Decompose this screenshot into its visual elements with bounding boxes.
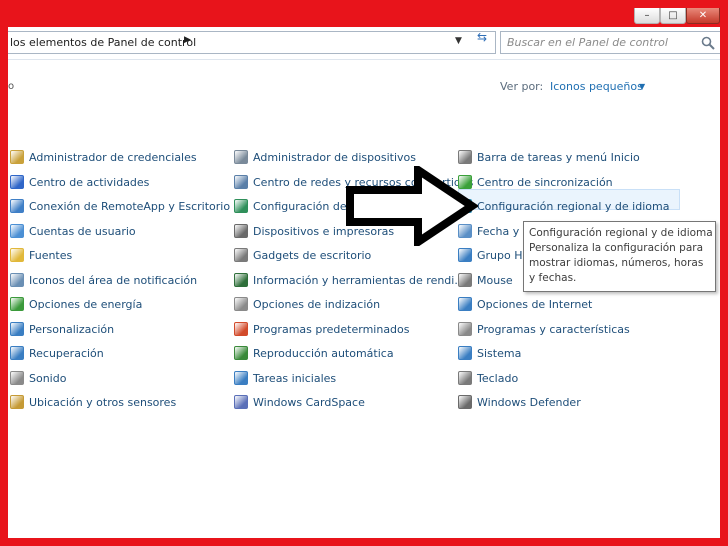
pointer-arrow-annotation (346, 166, 478, 246)
control-panel-item-label[interactable]: Administrador de dispositivos (253, 151, 416, 164)
control-panel-item-label[interactable]: Opciones de Internet (477, 298, 592, 311)
power-icon (10, 297, 24, 311)
control-panel-item-label[interactable]: Mouse (477, 274, 513, 287)
control-panel-item-label[interactable]: Personalización (29, 323, 114, 336)
control-panel-item-label[interactable]: Opciones de energía (29, 298, 142, 311)
search-icon[interactable] (700, 35, 716, 51)
control-panel-item-label[interactable]: Recuperación (29, 347, 104, 360)
tooltip-description: Personaliza la configuración para mostra… (529, 242, 704, 284)
network-icon (234, 174, 248, 189)
control-panel-item-label[interactable]: Información y herramientas de rendi... (253, 274, 465, 287)
taskbar-icon (458, 150, 472, 164)
control-panel-item-label[interactable]: Centro de sincronización (477, 176, 613, 189)
control-panel-item-label[interactable]: Configuración regional y de idioma (477, 200, 669, 213)
globe-icon (234, 199, 248, 213)
keyboard-icon (458, 370, 472, 385)
system-icon (458, 346, 472, 360)
address-bar: los elementos de Panel de control ▶ ▼ ⇆ … (8, 27, 720, 60)
view-by-label: Ver por: (500, 80, 544, 93)
internet-options-icon (458, 297, 472, 311)
monitor-icon (10, 321, 24, 336)
users-icon (10, 223, 24, 238)
title-bar: – □ ✕ (8, 8, 720, 27)
control-panel-item-label[interactable]: Iconos del área de notificación (29, 274, 197, 287)
control-panel-item-label[interactable]: Fuentes (29, 249, 72, 262)
homegroup-icon (458, 248, 472, 262)
tray-icon (10, 272, 24, 287)
cardspace-icon (234, 395, 248, 409)
control-panel-item-label[interactable]: Cuentas de usuario (29, 225, 136, 238)
mouse-icon (458, 272, 472, 287)
control-panel-item-label[interactable]: Opciones de indización (253, 298, 380, 311)
flag-icon (10, 174, 24, 189)
tooltip-title: Configuración regional y de idioma (529, 227, 713, 239)
control-panel-item-label[interactable]: Programas predeterminados (253, 323, 410, 336)
autoplay-icon (234, 346, 248, 360)
control-panel-item-label[interactable]: Gadgets de escritorio (253, 249, 371, 262)
control-panel-item-label[interactable]: Programas y características (477, 323, 630, 336)
control-panel-item-label[interactable]: Tareas iniciales (253, 372, 336, 385)
screenshot-frame: – □ ✕ los elementos de Panel de control … (0, 0, 728, 546)
control-panel-item-label[interactable]: Windows Defender (477, 396, 581, 409)
search-index-icon (234, 297, 248, 311)
chevron-down-icon[interactable]: ▼ (455, 36, 462, 46)
remote-desktop-icon (10, 199, 24, 213)
speaker-icon (10, 370, 24, 385)
getting-started-icon (234, 370, 248, 385)
view-by-caret-icon[interactable]: ▼ (639, 82, 645, 91)
credential-vault-icon (10, 150, 24, 164)
chevron-right-icon[interactable]: ▶ (184, 35, 191, 45)
control-panel-item-label[interactable]: Conexión de RemoteApp y Escritorio (29, 200, 230, 213)
control-panel-item-label[interactable]: Sonido (29, 372, 66, 385)
left-edge-fragment: o (8, 81, 15, 92)
performance-icon (234, 272, 248, 287)
close-button[interactable]: ✕ (686, 8, 720, 24)
recovery-icon (10, 346, 24, 360)
minimize-button[interactable]: – (634, 8, 660, 24)
device-manager-icon (234, 150, 248, 164)
fonts-folder-icon (10, 248, 24, 262)
refresh-icon[interactable]: ⇆ (471, 29, 493, 46)
view-by-dropdown[interactable]: Iconos pequeños (550, 80, 643, 93)
control-panel-item-label[interactable]: Reproducción automática (253, 347, 394, 360)
maximize-button[interactable]: □ (660, 8, 686, 24)
search-input[interactable]: Buscar en el Panel de control (500, 31, 720, 54)
sensor-icon (10, 395, 24, 409)
control-panel-item-label[interactable]: Administrador de credenciales (29, 151, 197, 164)
printer-icon (234, 223, 248, 238)
control-panel-item-label[interactable]: Centro de actividades (29, 176, 149, 189)
breadcrumb[interactable]: los elementos de Panel de control ▶ ▼ (8, 31, 496, 54)
control-panel-item-label[interactable]: Barra de tareas y menú Inicio (477, 151, 640, 164)
control-panel-item-label[interactable]: Ubicación y otros sensores (29, 396, 176, 409)
gadget-icon (234, 248, 248, 262)
programs-icon (458, 321, 472, 336)
breadcrumb-text[interactable]: los elementos de Panel de control (10, 36, 196, 49)
defender-icon (458, 395, 472, 409)
control-panel-item-label[interactable]: Sistema (477, 347, 521, 360)
search-placeholder: Buscar en el Panel de control (507, 36, 668, 49)
default-programs-icon (234, 321, 248, 336)
control-panel-item-label[interactable]: Windows CardSpace (253, 396, 365, 409)
control-panel-item-label[interactable]: Teclado (477, 372, 518, 385)
tooltip: Configuración regional y de idioma Perso… (523, 221, 716, 292)
